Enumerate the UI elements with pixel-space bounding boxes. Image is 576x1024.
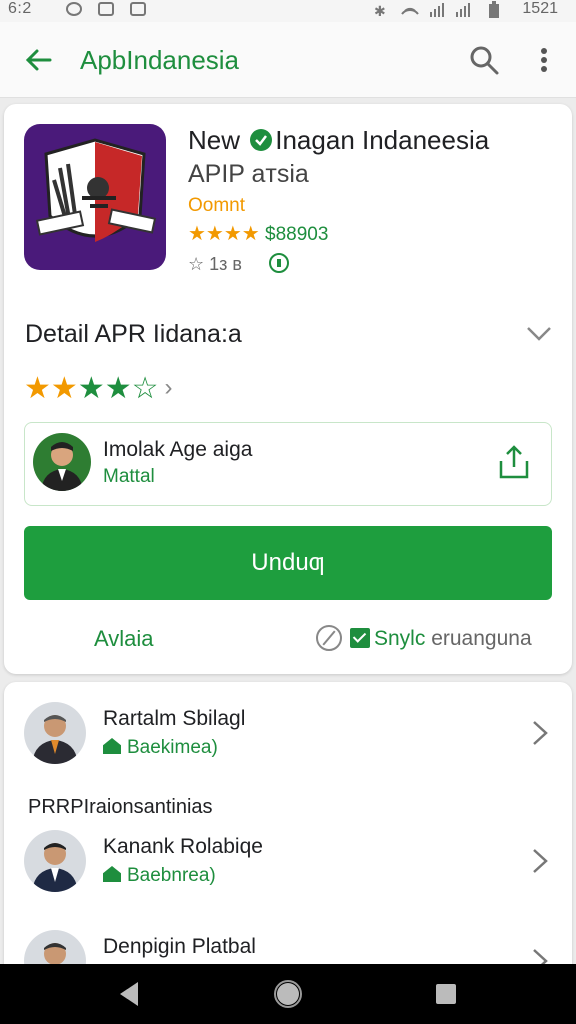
app-developer[interactable]: Oomnt bbox=[188, 194, 245, 218]
list-item-name: Kanank Rolabiqe bbox=[103, 835, 263, 858]
link-left[interactable]: Avlaia bbox=[94, 624, 154, 654]
back-arrow-icon[interactable] bbox=[20, 42, 56, 78]
link-right-gray: eruanguna bbox=[431, 627, 532, 650]
signal-icons: ✱ bbox=[374, 3, 470, 18]
meta-text: ☆ 1з в bbox=[188, 254, 242, 274]
star-filled-icon: ★ bbox=[104, 372, 132, 405]
verified-badge-icon bbox=[250, 129, 273, 151]
blocked-icon bbox=[316, 625, 342, 651]
people-list-card: Rartalm Sbilagl Baekimea) PRRPIraionsant… bbox=[4, 682, 572, 1012]
person-avatar bbox=[24, 830, 86, 892]
rating-value: $88903 bbox=[265, 224, 329, 245]
person-avatar-icon bbox=[32, 843, 78, 892]
nav-home-icon[interactable] bbox=[272, 978, 304, 1010]
developer-role: Mattal bbox=[103, 466, 155, 487]
link-right-green: Snylc bbox=[374, 627, 426, 650]
more-options-icon[interactable] bbox=[530, 42, 558, 78]
battery-icon bbox=[489, 1, 499, 18]
status-clock: 1521 bbox=[522, 0, 558, 17]
star-filled-icon: ★ bbox=[50, 372, 78, 405]
home-icon bbox=[103, 866, 121, 882]
chevron-right-icon bbox=[533, 721, 548, 745]
list-item[interactable]: Rartalm Sbilagl Baekimea) bbox=[4, 702, 572, 778]
chevron-right-icon bbox=[533, 849, 548, 873]
app-bar: ApbIndanesia bbox=[0, 22, 576, 98]
star-filled-icon: ★ bbox=[77, 372, 105, 405]
app-title: New Inagan Indaneesia bbox=[188, 124, 489, 156]
status-time: 6:2 bbox=[8, 0, 32, 17]
app-title-part1: New bbox=[188, 125, 241, 155]
list-item-name: Rartalm Sbilagl bbox=[103, 707, 246, 730]
app-rating: ★★★★ $88903 bbox=[188, 222, 328, 247]
chevron-down-icon[interactable] bbox=[524, 318, 554, 348]
search-icon[interactable] bbox=[466, 42, 502, 78]
app-bar-title: ApbIndanesia bbox=[80, 45, 240, 75]
list-item-sub: Baekimea) bbox=[103, 736, 218, 760]
install-button[interactable]: Unduƣ bbox=[24, 526, 552, 600]
chevron-right-icon: › bbox=[164, 374, 173, 401]
notification-icon bbox=[98, 2, 114, 16]
app-subtitle: APIP aтsia bbox=[188, 160, 309, 188]
share-icon[interactable] bbox=[497, 443, 531, 481]
section-label: PRRPIraionsantinias bbox=[28, 796, 213, 818]
person-avatar-icon bbox=[32, 715, 78, 764]
star-empty-icon: ☆ bbox=[131, 372, 159, 405]
list-item-sub: Baebnrea) bbox=[103, 864, 216, 888]
nav-back-icon[interactable] bbox=[114, 978, 146, 1010]
detail-title: Detail APR Iidana:a bbox=[25, 320, 242, 348]
developer-box[interactable]: Imolak Age aiga Mattal bbox=[24, 422, 552, 506]
developer-name: Imolak Age aiga bbox=[103, 438, 253, 461]
app-icon bbox=[24, 124, 166, 270]
app-emblem-icon bbox=[35, 138, 157, 242]
system-nav-bar bbox=[0, 964, 576, 1024]
rating-stars-icon: ★★★★ bbox=[188, 223, 260, 245]
checkbox-icon bbox=[350, 628, 370, 648]
notification-icon bbox=[130, 2, 146, 16]
svg-text:✱: ✱ bbox=[374, 4, 386, 18]
link-right[interactable]: Snylc eruanguna bbox=[316, 624, 532, 654]
star-filled-icon: ★ bbox=[24, 372, 51, 405]
info-icon[interactable] bbox=[268, 253, 289, 273]
person-avatar-icon bbox=[41, 442, 83, 491]
app-title-part2: Inagan Indaneesia bbox=[275, 125, 490, 155]
person-avatar bbox=[24, 702, 86, 764]
home-icon bbox=[103, 738, 121, 754]
detail-star-rating[interactable]: ★★★★☆ › bbox=[24, 372, 173, 405]
list-item[interactable]: Kanank Rolabiqe Baebnrea) bbox=[4, 830, 572, 906]
notification-icon bbox=[66, 2, 82, 16]
app-details-card: New Inagan Indaneesia APIP aтsia Oomnt ★… bbox=[4, 104, 572, 674]
nav-recents-icon[interactable] bbox=[430, 978, 462, 1010]
developer-avatar bbox=[33, 433, 91, 491]
app-meta: ☆ 1з в bbox=[188, 252, 289, 276]
status-bar: 6:2 ✱ 1521 bbox=[0, 0, 576, 22]
list-item-name: Denpigin Platbal bbox=[103, 935, 256, 958]
